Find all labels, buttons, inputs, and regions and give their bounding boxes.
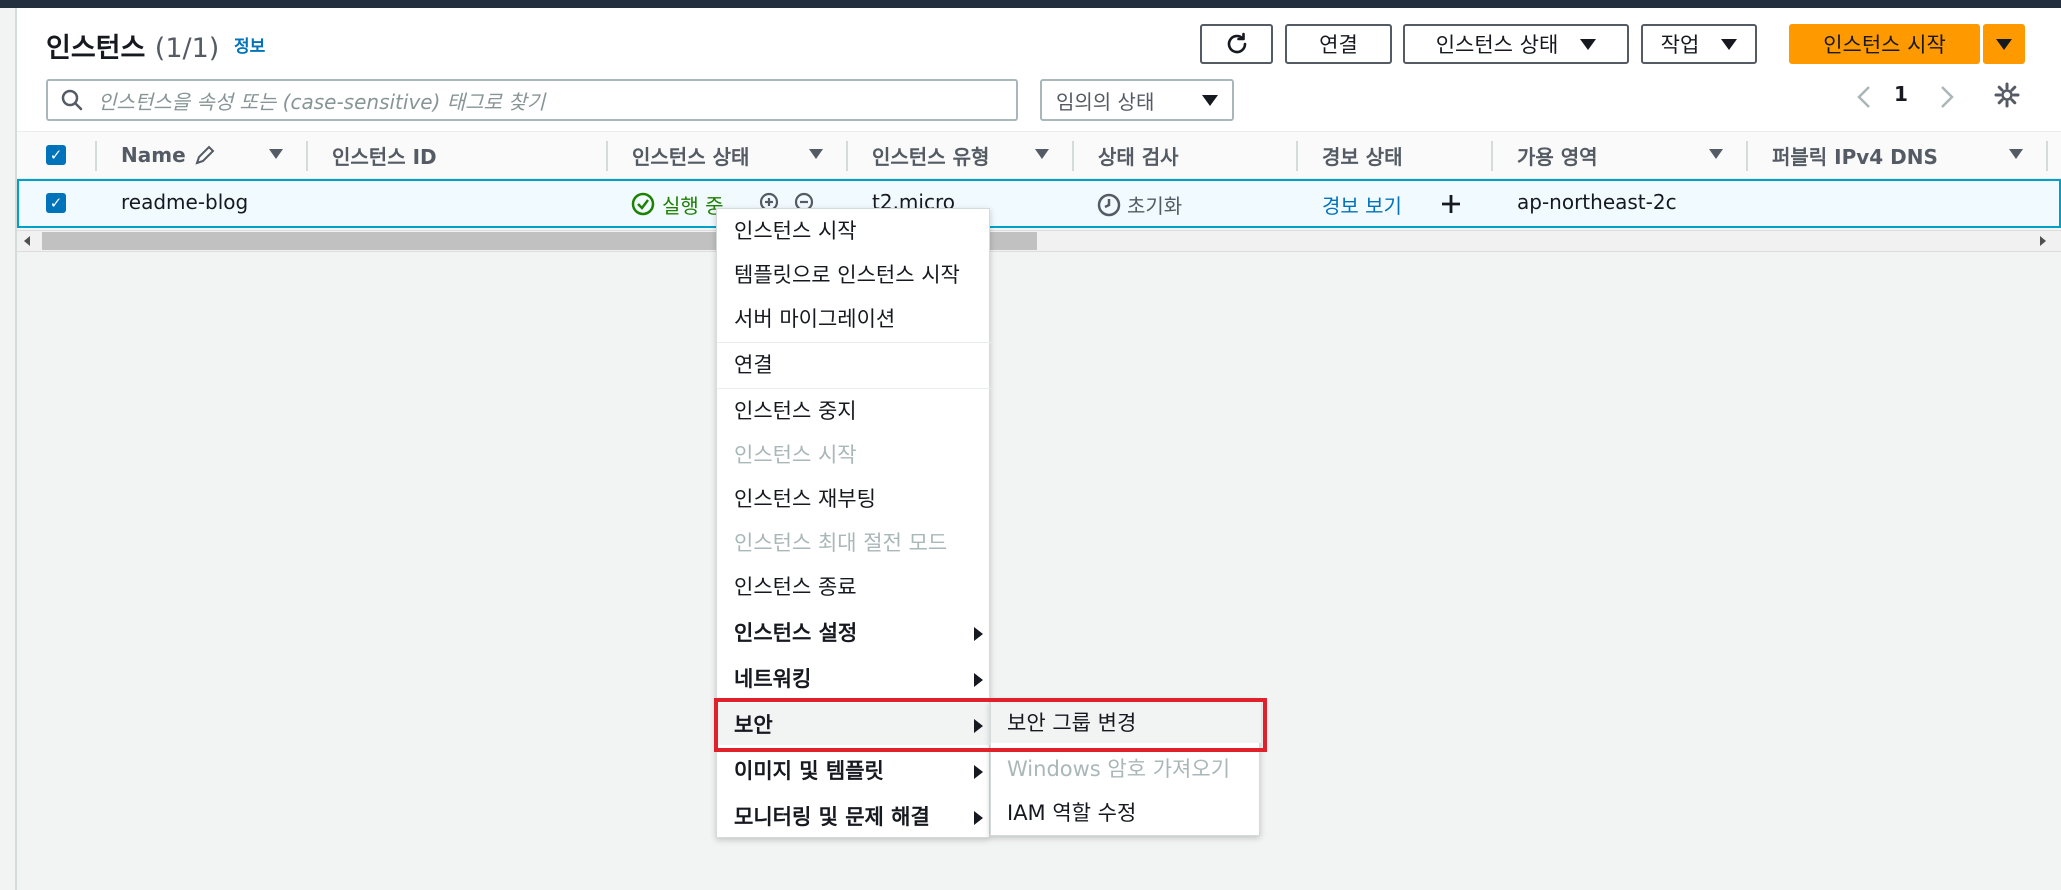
chevron-down-icon <box>1721 38 1738 50</box>
chevron-down-icon <box>1580 38 1597 50</box>
menu-item-monitoring-troubleshoot[interactable]: 모니터링 및 문제 해결 <box>717 795 991 837</box>
cell-status-check: 초기화 <box>1127 194 1183 218</box>
launch-instance-dropdown[interactable] <box>1983 24 2025 64</box>
highlight-annotation <box>714 698 1267 752</box>
col-header-instance-type[interactable]: 인스턴스 유형 <box>872 131 989 179</box>
submenu-arrow-icon <box>974 765 983 779</box>
menu-item-connect[interactable]: 연결 <box>717 343 991 385</box>
menu-item-start-instance: 인스턴스 시작 <box>734 443 857 467</box>
menu-item-images-templates[interactable]: 이미지 및 템플릿 <box>717 749 991 791</box>
refresh-button[interactable] <box>1200 24 1273 64</box>
sort-caret-icon[interactable] <box>269 149 283 159</box>
col-header-availability-zone[interactable]: 가용 영역 <box>1517 131 1598 179</box>
submenu-arrow-icon <box>974 811 983 825</box>
submenu-item-modify-iam-role[interactable]: IAM 역할 수정 <box>991 791 1261 833</box>
menu-item-hibernate-instance: 인스턴스 최대 절전 모드 <box>734 531 948 555</box>
column-divider <box>1072 141 1074 171</box>
refresh-icon <box>1227 32 1246 54</box>
menu-item-stop-instance[interactable]: 인스턴스 중지 <box>717 389 991 431</box>
state-filter-select[interactable]: 임의의 상태 <box>1040 79 1234 121</box>
monitoring-label: 모니터링 및 문제 해결 <box>734 805 930 829</box>
menu-item-launch-instance[interactable]: 인스턴스 시작 <box>717 209 991 251</box>
cell-instance-state: 실행 중 <box>662 194 724 218</box>
search-icon <box>61 89 83 111</box>
info-link[interactable]: 정보 <box>234 32 265 57</box>
menu-item-reboot-instance[interactable]: 인스턴스 재부팅 <box>717 477 991 519</box>
cell-availability-zone: ap-northeast-2c <box>1517 190 1677 214</box>
menu-item-launch-from-template[interactable]: 템플릿으로 인스턴스 시작 <box>717 253 991 295</box>
networking-label: 네트워킹 <box>734 667 812 691</box>
instance-state-button[interactable]: 인스턴스 상태 <box>1403 24 1629 64</box>
sort-caret-icon[interactable] <box>809 149 823 159</box>
scroll-right-arrow-icon[interactable] <box>2038 235 2048 247</box>
menu-item-networking[interactable]: 네트워킹 <box>717 657 991 699</box>
cell-name: readme-blog <box>121 190 249 214</box>
column-divider <box>1746 141 1748 171</box>
col-header-status-check[interactable]: 상태 검사 <box>1098 131 1179 179</box>
add-alarm-plus-icon[interactable] <box>1439 192 1463 216</box>
menu-item-terminate-instance[interactable]: 인스턴스 종료 <box>717 565 991 607</box>
page-title: 인스턴스 (1/1) <box>46 26 219 65</box>
state-filter-value: 임의의 상태 <box>1056 89 1155 114</box>
edit-pencil-icon <box>195 145 215 165</box>
chevron-down-icon <box>1996 38 2012 50</box>
settings-gear-icon[interactable] <box>1993 81 2021 109</box>
col-header-public-dns[interactable]: 퍼블릭 IPv4 DNS <box>1772 131 1938 179</box>
submenu-arrow-icon <box>974 627 983 641</box>
instance-settings-label: 인스턴스 설정 <box>734 621 858 645</box>
sort-caret-icon[interactable] <box>1035 149 1049 159</box>
submenu-arrow-icon <box>974 673 983 687</box>
running-check-icon <box>631 192 655 216</box>
column-divider <box>1491 141 1493 171</box>
table-row[interactable] <box>17 179 2061 228</box>
column-divider <box>1296 141 1298 171</box>
top-nav-bar <box>0 0 2061 8</box>
col-header-instance-state[interactable]: 인스턴스 상태 <box>632 131 749 179</box>
actions-label: 작업 <box>1660 33 1700 57</box>
page-title-text: 인스턴스 <box>46 33 146 64</box>
chevron-left-icon[interactable] <box>1856 84 1872 110</box>
sort-caret-icon[interactable] <box>2009 149 2023 159</box>
menu-item-instance-settings[interactable]: 인스턴스 설정 <box>717 611 991 653</box>
column-divider <box>2046 141 2048 171</box>
page-number[interactable]: 1 <box>1894 82 1908 106</box>
submenu-item-get-windows-password: Windows 암호 가져오기 <box>1007 757 1231 781</box>
scroll-left-arrow-icon[interactable] <box>22 235 32 247</box>
images-templates-label: 이미지 및 템플릿 <box>734 759 884 783</box>
menu-item-server-migration[interactable]: 서버 마이그레이션 <box>717 297 991 339</box>
view-alarms-link[interactable]: 경보 보기 <box>1322 190 1402 219</box>
col-header-name[interactable]: Name <box>121 131 216 179</box>
instance-count: (1/1) <box>154 33 220 64</box>
sort-caret-icon[interactable] <box>1709 149 1723 159</box>
connect-button[interactable]: 연결 <box>1285 24 1392 64</box>
actions-button[interactable]: 작업 <box>1641 24 1757 64</box>
search-input[interactable]: 인스턴스을 속성 또는 (case-sensitive) 태그로 찾기 <box>46 79 1018 121</box>
instance-state-label: 인스턴스 상태 <box>1435 33 1559 57</box>
column-divider <box>846 141 848 171</box>
column-divider <box>606 141 608 171</box>
chevron-down-icon <box>1202 94 1218 106</box>
chevron-right-icon[interactable] <box>1939 84 1955 110</box>
row-checkbox[interactable]: ✓ <box>46 193 66 213</box>
select-all-checkbox[interactable]: ✓ <box>46 145 66 165</box>
col-header-instance-id[interactable]: 인스턴스 ID <box>332 131 437 179</box>
launch-instance-button[interactable]: 인스턴스 시작 <box>1789 24 1980 64</box>
col-header-alarm-status[interactable]: 경보 상태 <box>1322 131 1403 179</box>
column-divider <box>95 141 97 171</box>
search-placeholder: 인스턴스을 속성 또는 (case-sensitive) 태그로 찾기 <box>98 89 546 114</box>
column-divider <box>306 141 308 171</box>
clock-icon <box>1097 193 1121 217</box>
